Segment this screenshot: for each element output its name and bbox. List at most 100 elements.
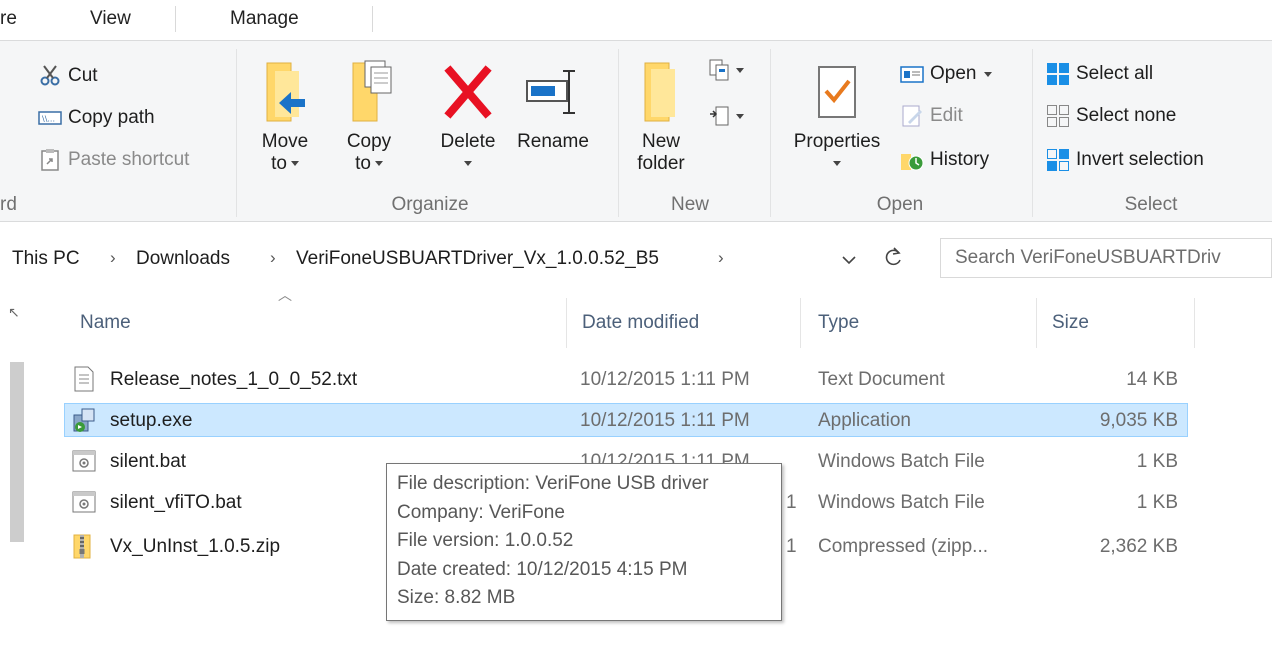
navigation-pane-scrollbar[interactable] [10,362,24,542]
invert-selection-icon [1046,148,1070,172]
file-name: Vx_UnInst_1.0.5.zip [110,536,281,557]
properties-button[interactable]: Properties [782,59,892,175]
copy-to-button[interactable]: Copy to [336,59,402,175]
move-to-folder-icon [261,59,309,125]
open-icon [900,62,924,86]
column-header-size[interactable]: Size [1052,298,1089,348]
zip-folder-icon [72,533,96,559]
properties-label: Properties [793,131,881,152]
chevron-down-icon [736,67,744,73]
tab-view[interactable]: View [90,8,131,30]
move-to-label-2: to [271,153,287,174]
column-divider[interactable] [800,298,801,348]
select-none-button[interactable]: Select none [1046,101,1176,131]
address-history-dropdown-icon[interactable] [842,250,856,270]
new-item-button[interactable] [708,55,744,85]
column-header-type[interactable]: Type [818,298,859,348]
chevron-down-icon [464,161,472,167]
breadcrumb-chevron-icon[interactable]: › [110,248,116,268]
history-icon [900,148,924,172]
tooltip-company: Company: VeriFone [397,501,565,523]
breadcrumb-chevron-icon[interactable]: › [270,248,276,268]
copy-path-button[interactable]: \\... Copy path [38,103,155,133]
tab-manage[interactable]: Manage [230,8,299,30]
clipboard-group-label: rd [0,194,17,215]
easy-access-icon [708,104,732,128]
select-none-label: Select none [1076,105,1177,126]
ribbon: Cut \\... Copy path Paste shortcut rd Mo… [0,40,1272,222]
rename-label: Rename [517,131,589,152]
history-button[interactable]: History [900,145,989,175]
move-to-label-1: Move [261,131,309,152]
tooltip-date-created: Date created: 10/12/2015 4:15 PM [397,558,688,580]
move-to-button[interactable]: Move to [252,59,318,175]
easy-access-button[interactable] [708,101,744,131]
paste-shortcut-label: Paste shortcut [68,149,190,170]
search-input[interactable] [941,239,1271,277]
select-group-label: Select [1124,194,1178,215]
group-separator [770,49,771,217]
file-type: Windows Batch File [818,451,985,472]
address-bar: This PC › Downloads › VeriFoneUSBUARTDri… [0,236,1272,282]
open-button[interactable]: Open [900,59,993,89]
delete-button[interactable]: Delete [428,59,508,175]
file-row-selected[interactable]: setup.exe 10/12/2015 1:11 PM Application… [64,403,1188,437]
edit-button[interactable]: Edit [900,101,963,131]
file-type: Application [818,410,911,431]
refresh-icon[interactable] [884,246,904,273]
group-separator [618,49,619,217]
copy-path-icon: \\... [38,106,62,130]
new-folder-button[interactable]: New folder [630,59,692,175]
sort-ascending-icon: ︿ [278,287,292,303]
column-header-name[interactable]: Name [80,298,131,348]
rename-button[interactable]: Rename [508,59,598,153]
select-all-label: Select all [1076,63,1154,84]
file-name: setup.exe [110,410,193,431]
open-label: Open [930,63,977,84]
copy-to-label-2: to [355,153,371,174]
breadcrumb-folder[interactable]: VeriFoneUSBUARTDriver_Vx_1.0.0.52_B5 [296,248,659,270]
batch-file-icon [72,448,96,474]
tab-separator [175,6,176,32]
column-divider[interactable] [566,298,567,348]
copy-to-label-1: Copy [346,131,392,152]
invert-selection-button[interactable]: Invert selection [1046,145,1204,175]
file-row[interactable]: Release_notes_1_0_0_52.txt 10/12/2015 1:… [64,362,1188,396]
search-box[interactable] [940,238,1272,278]
copy-to-folder-icon [345,59,393,125]
tooltip-size: Size: 8.82 MB [397,587,516,608]
column-header-date-modified[interactable]: Date modified [582,298,699,348]
file-name: Release_notes_1_0_0_52.txt [110,369,358,390]
breadcrumb-downloads[interactable]: Downloads [136,248,230,270]
ribbon-tabs: re View Manage [0,0,1272,40]
scissors-icon [38,64,62,88]
group-separator [1032,49,1033,217]
installer-icon [72,407,96,433]
organize-group-label: Organize [391,194,469,215]
file-size: 1 KB [1136,492,1178,513]
file-type: Windows Batch File [818,492,985,513]
rename-icon [523,59,583,125]
paste-shortcut-button[interactable]: Paste shortcut [38,145,189,175]
edit-label: Edit [930,105,963,126]
tooltip-description: File description: VeriFone USB driver [397,473,709,494]
select-all-icon [1046,62,1070,86]
delete-label: Delete [440,131,496,152]
chevron-down-icon [290,161,299,167]
column-divider[interactable] [1194,298,1195,348]
copy-path-label: Copy path [68,107,155,128]
chevron-down-icon [984,71,993,77]
breadcrumb-chevron-icon[interactable]: › [718,248,724,268]
file-size: 2,362 KB [1099,536,1178,557]
collapse-arrow-icon[interactable]: ↖ [8,304,20,321]
tooltip-version: File version: 1.0.0.52 [397,530,574,551]
breadcrumb-this-pc[interactable]: This PC [12,248,80,270]
new-item-icon [708,58,732,82]
file-size: 1 KB [1136,451,1178,472]
select-none-icon [1046,104,1070,128]
file-info-tooltip: File description: VeriFone USB driver Co… [386,463,782,621]
tab-share[interactable]: re [0,8,17,30]
column-divider[interactable] [1036,298,1037,348]
select-all-button[interactable]: Select all [1046,59,1153,89]
cut-button[interactable]: Cut [38,61,98,91]
